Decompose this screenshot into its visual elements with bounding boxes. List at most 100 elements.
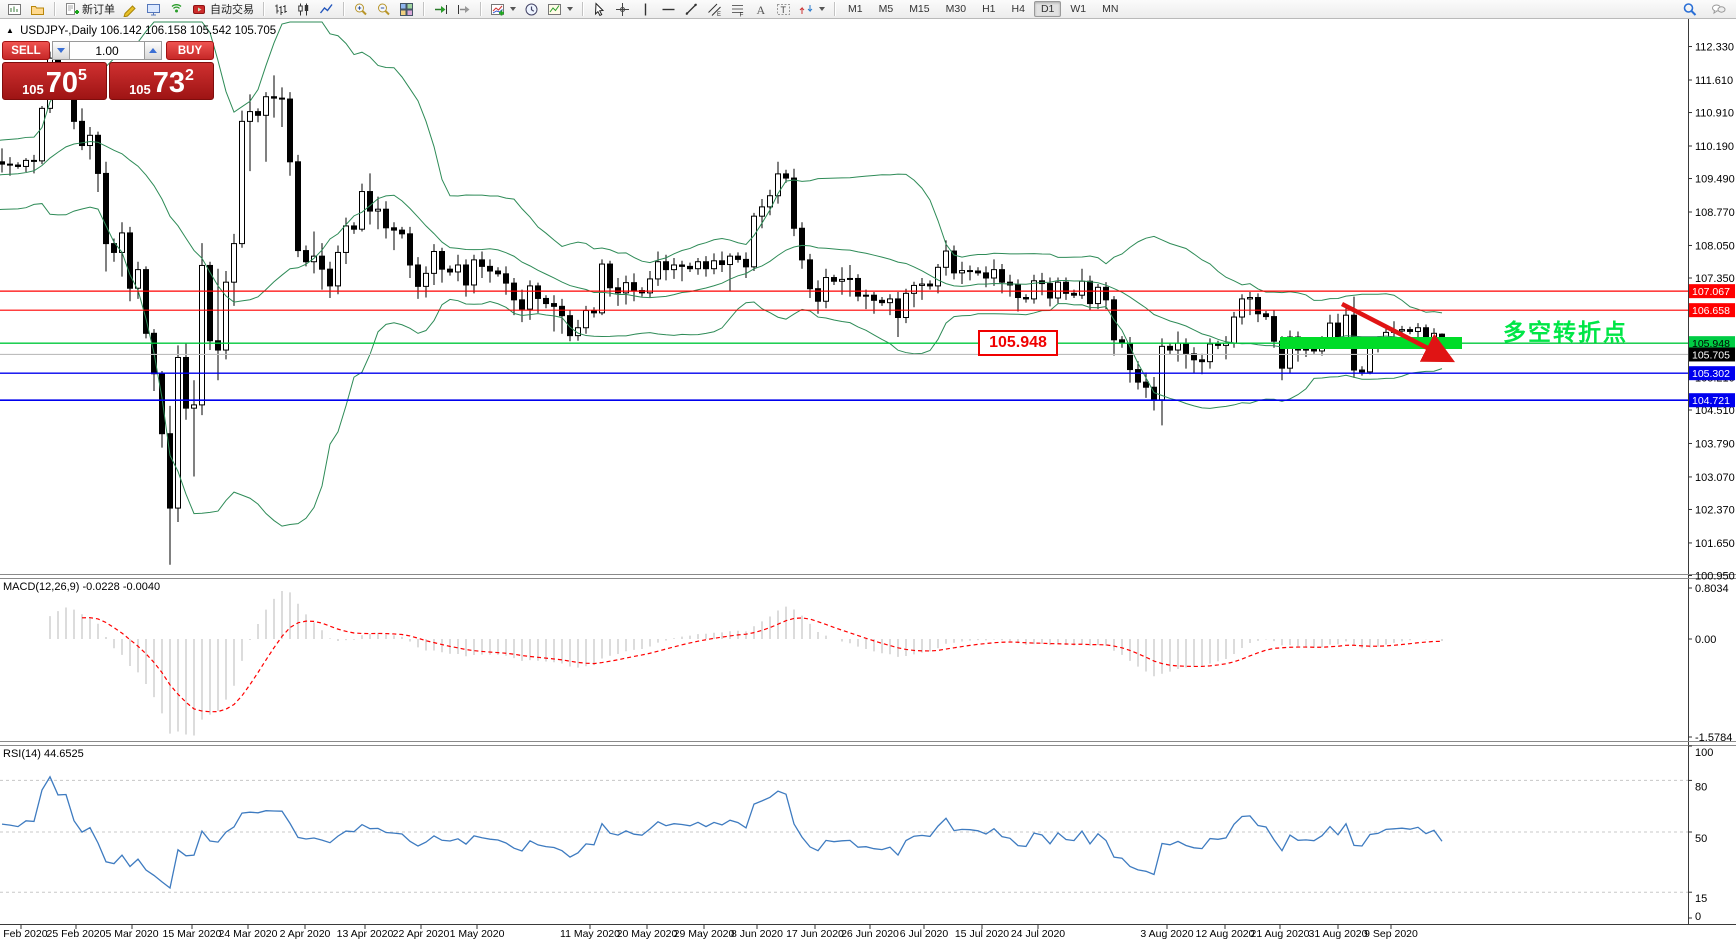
buy-button[interactable]: BUY [166, 41, 214, 60]
autotrading-button[interactable]: 自动交易 [188, 0, 258, 19]
timeframe-mn-button[interactable]: MN [1095, 1, 1125, 17]
date-tick-label[interactable]: 15 Mar 2020 [163, 928, 222, 940]
cursor-button[interactable] [588, 0, 611, 19]
candle-body [1072, 293, 1077, 295]
search-button[interactable] [1678, 0, 1701, 19]
volume-decrease-button[interactable] [52, 41, 70, 60]
terminal-button[interactable] [142, 0, 165, 19]
indicators-button[interactable] [486, 0, 520, 19]
date-tick-label[interactable]: 5 Mar 2020 [105, 928, 158, 940]
candle-body [608, 264, 613, 288]
date-tick-label[interactable]: 2 Apr 2020 [280, 928, 331, 940]
fibonacci-button[interactable]: F [726, 0, 749, 19]
timeframe-h1-button[interactable]: H1 [975, 1, 1002, 17]
date-tick-label[interactable]: 8 Jun 2020 [731, 928, 783, 940]
date-tick-label[interactable]: 24 Jul 2020 [1011, 928, 1065, 940]
date-tick-label[interactable]: 3 Aug 2020 [1140, 928, 1193, 940]
date-tick-label[interactable]: 31 Aug 2020 [1309, 928, 1368, 940]
price-tag-label: 104.721 [1692, 395, 1730, 407]
profiles-button[interactable] [26, 0, 49, 19]
crosshair-button[interactable] [611, 0, 634, 19]
date-tick-label[interactable]: 6 Feb 2020 [0, 928, 48, 940]
candle-body [528, 286, 533, 309]
vline-button[interactable] [634, 0, 657, 19]
timeframe-h4-button[interactable]: H4 [1005, 1, 1032, 17]
candle-body [464, 265, 469, 285]
dropdown-caret-icon[interactable] [567, 7, 573, 11]
chart-shift-icon [456, 2, 471, 17]
text-icon: A [753, 2, 768, 17]
label-button[interactable]: T [772, 0, 795, 19]
collapse-panel-icon[interactable]: ▲ [6, 26, 14, 35]
community-button[interactable] [1707, 0, 1730, 19]
turning-point-annotation[interactable]: 多空转折点 [1503, 313, 1628, 347]
date-tick-label[interactable]: 24 Mar 2020 [219, 928, 278, 940]
signals-button[interactable] [165, 0, 188, 19]
price-tick-label: 103.790 [1695, 438, 1735, 450]
chart-shift-button[interactable] [452, 0, 475, 19]
rsi-axis-label: 0 [1695, 911, 1701, 923]
timeframe-m30-button[interactable]: M30 [939, 1, 973, 17]
date-tick-label[interactable]: 11 May 2020 [560, 928, 620, 940]
timeframe-d1-button[interactable]: D1 [1034, 1, 1061, 17]
date-tick-label[interactable]: 26 Jun 2020 [841, 928, 899, 940]
date-tick-label[interactable]: 20 May 2020 [617, 928, 678, 940]
candle-body [136, 270, 141, 289]
timeframe-m1-button[interactable]: M1 [841, 1, 870, 17]
zoom-out-button[interactable] [372, 0, 395, 19]
auto-scroll-icon [433, 2, 448, 17]
candle-body [784, 174, 789, 178]
text-button[interactable]: A [749, 0, 772, 19]
candle-body [256, 112, 261, 116]
bar-chart-button[interactable] [269, 0, 292, 19]
volume-increase-button[interactable] [144, 41, 162, 60]
volume-input[interactable] [70, 41, 144, 60]
symbol-period-label: USDJPY-,Daily [20, 25, 97, 37]
date-tick-label[interactable]: 17 Jun 2020 [786, 928, 844, 940]
candle-body [600, 264, 605, 313]
date-tick-label[interactable]: 29 May 2020 [674, 928, 735, 940]
green-band-object[interactable] [1280, 337, 1462, 349]
candle-body [424, 273, 429, 286]
candle-body [808, 260, 813, 289]
candle-body [776, 174, 781, 196]
timeframe-m15-button[interactable]: M15 [902, 1, 936, 17]
dropdown-caret-icon[interactable] [510, 7, 516, 11]
date-tick-label[interactable]: 12 Aug 2020 [1196, 928, 1255, 940]
line-chart-button[interactable] [315, 0, 338, 19]
zoom-in-button[interactable] [349, 0, 372, 19]
cycle-button[interactable] [520, 0, 543, 19]
candlestick-button[interactable] [292, 0, 315, 19]
channel-button[interactable]: E [703, 0, 726, 19]
trendline-button[interactable] [680, 0, 703, 19]
timeframe-w1-button[interactable]: W1 [1063, 1, 1093, 17]
date-tick-label[interactable]: 1 May 2020 [450, 928, 505, 940]
candle-body [200, 265, 205, 404]
arrows-button[interactable] [795, 0, 829, 19]
hline-button[interactable] [657, 0, 680, 19]
auto-scroll-button[interactable] [429, 0, 452, 19]
dropdown-caret-icon[interactable] [819, 7, 825, 11]
date-tick-label[interactable]: 13 Apr 2020 [337, 928, 394, 940]
date-tick-label[interactable]: 21 Aug 2020 [1251, 928, 1310, 940]
price-level-callout[interactable]: 105.948 [978, 330, 1058, 356]
new-order-button[interactable]: 新订单 [60, 0, 119, 19]
toolbar-separator [343, 2, 344, 16]
sell-price-button[interactable]: 105705 [2, 62, 107, 100]
date-tick-label[interactable]: 25 Feb 2020 [47, 928, 106, 940]
sell-button[interactable]: SELL [2, 41, 50, 60]
label-icon: T [776, 2, 791, 17]
new-chart-button[interactable] [3, 0, 26, 19]
date-tick-label[interactable]: 22 Apr 2020 [393, 928, 450, 940]
tile-windows-button[interactable] [395, 0, 418, 19]
date-tick-label[interactable]: 6 Jul 2020 [900, 928, 949, 940]
chart-canvas[interactable]: 112.330111.610110.910110.190109.490108.7… [0, 0, 1736, 940]
metaeditor-button[interactable] [119, 0, 142, 19]
price-tick-label: 101.650 [1695, 538, 1735, 550]
main-toolbar: 新订单 自动交易 EFAT M1M5M15M30H1H4D1W1MN [0, 0, 1736, 19]
date-tick-label[interactable]: 15 Jul 2020 [955, 928, 1009, 940]
date-tick-label[interactable]: 9 Sep 2020 [1364, 928, 1418, 940]
templates-button[interactable] [543, 0, 577, 19]
timeframe-m5-button[interactable]: M5 [872, 1, 901, 17]
buy-price-button[interactable]: 105732 [109, 62, 214, 100]
